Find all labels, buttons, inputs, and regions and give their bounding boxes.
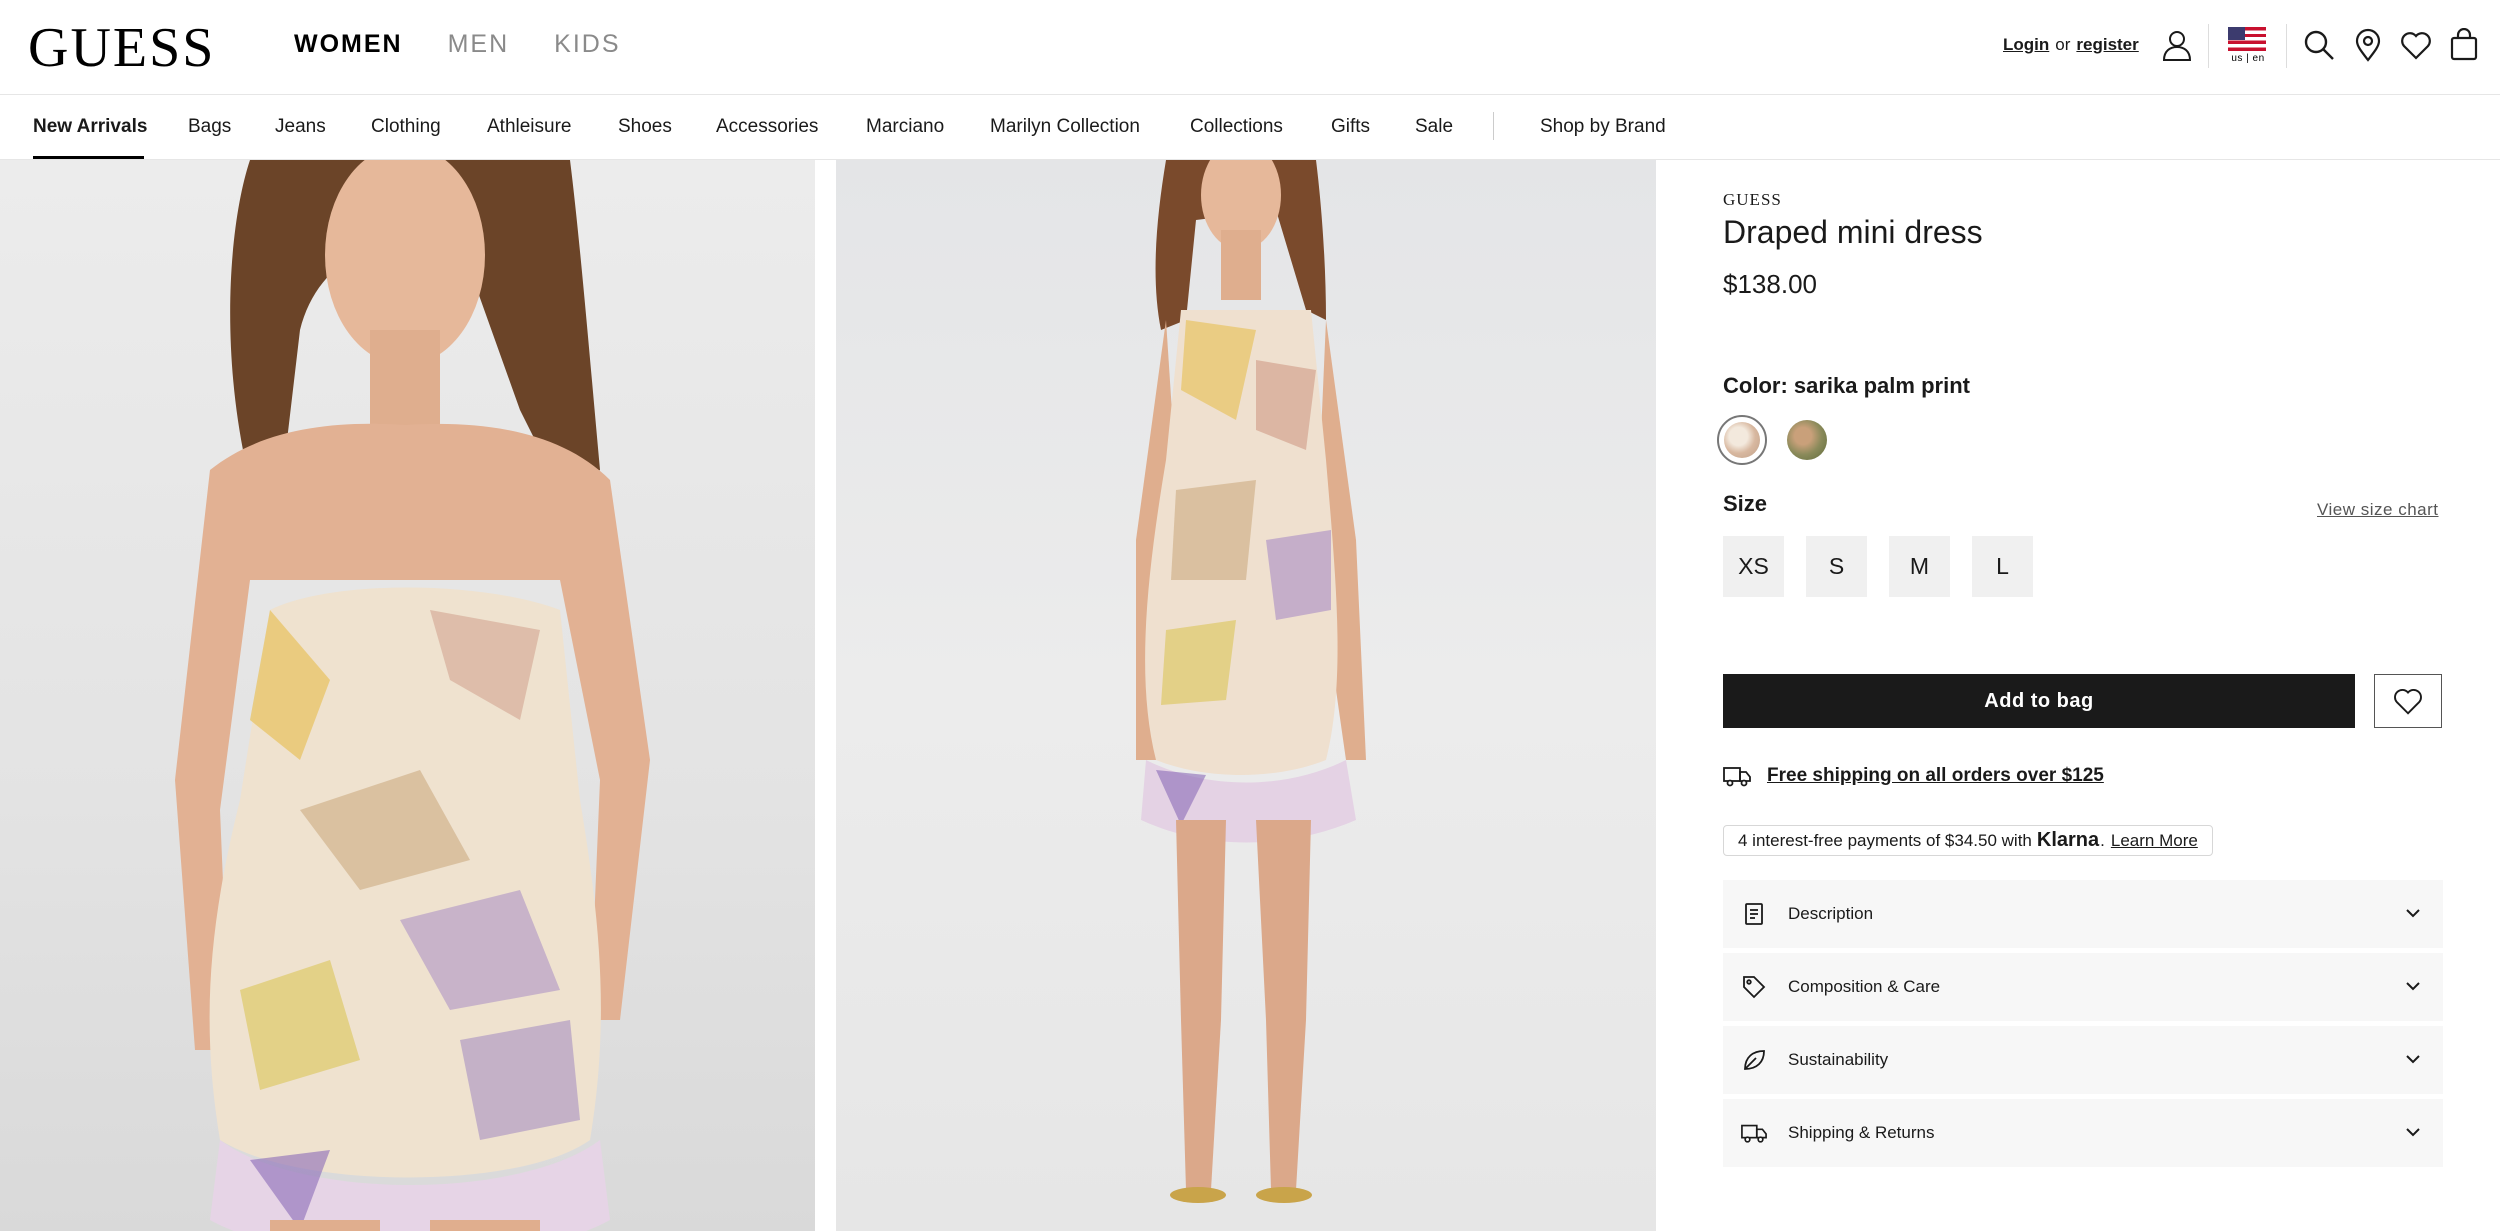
klarna-logo: Klarna — [2036, 829, 2100, 851]
guess-logo[interactable]: GUESS — [28, 18, 215, 78]
nav-jeans[interactable]: Jeans — [275, 116, 326, 138]
tab-kids[interactable]: KIDS — [554, 30, 620, 59]
active-nav-underline — [33, 156, 144, 159]
nav-athleisure[interactable]: Athleisure — [487, 116, 572, 138]
product-brand: GUESS — [1723, 190, 1782, 209]
heart-icon — [2394, 688, 2422, 715]
size-label: Size — [1723, 491, 1768, 516]
swatch-dot — [1724, 422, 1760, 458]
header-divider — [2286, 24, 2287, 68]
accordion-shipping-returns[interactable]: Shipping & Returns — [1723, 1099, 2443, 1167]
store-locator-icon[interactable] — [2351, 28, 2385, 62]
bag-icon[interactable] — [2447, 27, 2481, 62]
color-label-prefix: Color: — [1723, 373, 1788, 398]
account-links: Login or register — [2003, 35, 2139, 55]
nav-marilyn-collection[interactable]: Marilyn Collection — [990, 116, 1140, 138]
free-shipping-link[interactable]: Free shipping on all orders over $125 — [1767, 765, 2104, 787]
or-text: or — [2055, 35, 2071, 54]
chevron-down-icon — [2406, 982, 2420, 991]
heart-icon[interactable] — [2399, 28, 2433, 62]
accordion-label: Description — [1788, 904, 1874, 923]
klarna-learn-more-link[interactable]: Learn More — [2111, 831, 2198, 851]
free-shipping-banner: Free shipping on all orders over $125 — [1723, 764, 2104, 788]
nav-bags[interactable]: Bags — [188, 116, 231, 138]
swatch-sarika-palm-print[interactable] — [1717, 415, 1767, 465]
chevron-down-icon — [2406, 1128, 2420, 1137]
us-flag-icon[interactable]: us | en — [2228, 27, 2268, 69]
user-icon[interactable] — [2160, 28, 2194, 62]
add-to-bag-button[interactable]: Add to bag — [1723, 674, 2355, 728]
accordion-sustainability[interactable]: Sustainability — [1723, 1026, 2443, 1094]
klarna-banner: 4 interest-free payments of $34.50 with … — [1723, 825, 2213, 856]
register-link[interactable]: register — [2076, 35, 2138, 55]
accordion-composition-care[interactable]: Composition & Care — [1723, 953, 2443, 1021]
truck-icon — [1741, 1124, 1767, 1143]
leaf-icon — [1744, 1050, 1765, 1070]
document-icon — [1745, 903, 1763, 925]
chevron-down-icon — [2406, 909, 2420, 918]
tag-icon — [1743, 976, 1766, 999]
tab-women[interactable]: WOMEN — [294, 30, 403, 59]
nav-sale[interactable]: Sale — [1415, 116, 1453, 138]
truck-icon — [1723, 767, 1751, 787]
add-to-wishlist-button[interactable] — [2374, 674, 2442, 728]
nav-gifts[interactable]: Gifts — [1331, 116, 1370, 138]
size-s-button[interactable]: S — [1806, 536, 1867, 597]
top-header: GUESS WOMEN MEN KIDS Login or register u… — [0, 0, 2500, 95]
product-name: Draped mini dress — [1723, 214, 1983, 250]
nav-accessories[interactable]: Accessories — [716, 116, 818, 138]
search-icon[interactable] — [2302, 28, 2336, 62]
locale-label: us | en — [2231, 53, 2265, 64]
product-image-full-length[interactable] — [836, 160, 1656, 1231]
color-label: Color: sarika palm print — [1723, 373, 1970, 399]
klarna-dot: . — [2100, 830, 2105, 850]
swatch-dot — [1787, 420, 1827, 460]
accordion-label: Shipping & Returns — [1788, 1123, 1935, 1142]
header-divider — [2208, 24, 2209, 68]
chevron-down-icon — [2406, 1055, 2420, 1064]
accordion-label: Sustainability — [1788, 1050, 1889, 1069]
view-size-chart-link[interactable]: View size chart — [2317, 500, 2439, 520]
accordion-description[interactable]: Description — [1723, 880, 2443, 948]
category-nav: New Arrivals Bags Jeans Clothing Athleis… — [0, 96, 2500, 160]
nav-collections[interactable]: Collections — [1190, 116, 1283, 138]
size-m-button[interactable]: M — [1889, 536, 1950, 597]
product-price: $138.00 — [1723, 269, 1817, 299]
nav-clothing[interactable]: Clothing — [371, 116, 441, 138]
nav-shop-by-brand[interactable]: Shop by Brand — [1540, 116, 1666, 138]
tab-men[interactable]: MEN — [448, 30, 510, 59]
gender-nav: WOMEN MEN KIDS — [294, 30, 621, 59]
login-link[interactable]: Login — [2003, 35, 2049, 55]
klarna-text: 4 interest-free payments of $34.50 with — [1738, 830, 2032, 850]
swatch-green-palm-print[interactable] — [1787, 420, 1827, 460]
product-image-front[interactable] — [0, 160, 815, 1231]
nav-new-arrivals[interactable]: New Arrivals — [33, 116, 147, 138]
size-xs-button[interactable]: XS — [1723, 536, 1784, 597]
nav-divider — [1493, 112, 1494, 140]
nav-shoes[interactable]: Shoes — [618, 116, 672, 138]
color-value: sarika palm print — [1793, 373, 1970, 398]
nav-marciano[interactable]: Marciano — [866, 116, 944, 138]
size-l-button[interactable]: L — [1972, 536, 2033, 597]
accordion-label: Composition & Care — [1788, 977, 1941, 996]
